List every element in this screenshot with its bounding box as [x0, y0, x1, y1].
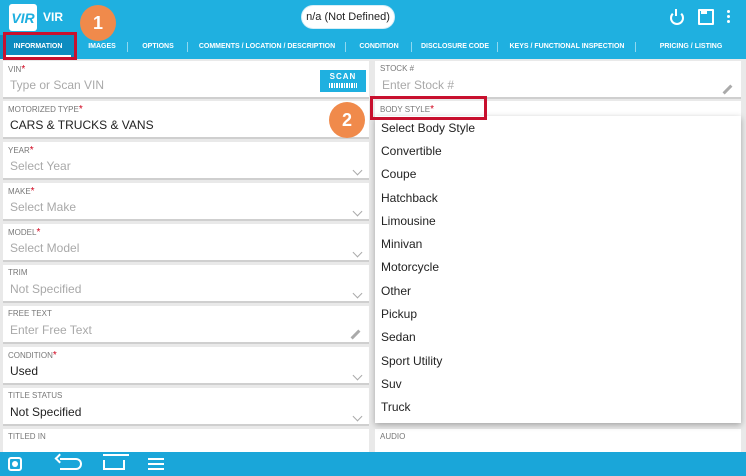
system-nav-bar [0, 452, 746, 476]
free-text-field[interactable]: FREE TEXT Enter Free Text [3, 306, 369, 344]
required-mark: * [30, 186, 35, 197]
stock-number-field[interactable]: STOCK # Enter Stock # [375, 61, 741, 99]
chevron-down-icon [352, 165, 363, 176]
app-switch-icon[interactable] [8, 457, 22, 471]
chevron-down-icon [352, 288, 363, 299]
pencil-icon [350, 329, 361, 340]
body-style-option[interactable]: Convertible [375, 139, 741, 162]
power-icon[interactable] [668, 8, 684, 25]
stock-label: STOCK # [380, 64, 415, 73]
free-text-input[interactable]: Enter Free Text [10, 323, 92, 337]
step-1-badge: 1 [80, 5, 116, 41]
vehicle-selector-pill[interactable]: n/a (Not Defined) [302, 6, 394, 28]
tab-keys-functional-inspection[interactable]: KEYS / FUNCTIONAL INSPECTION [498, 35, 636, 59]
barcode-icon [329, 83, 357, 88]
body-style-option[interactable]: Suv [375, 372, 741, 395]
tab-pricing-listing[interactable]: PRICING / LISTING [636, 35, 746, 59]
trim-label: TRIM [8, 268, 28, 277]
body-style-option[interactable]: Motorcycle [375, 256, 741, 279]
body-style-highlight [370, 96, 487, 120]
save-icon[interactable] [697, 8, 714, 25]
model-label: MODEL [8, 228, 37, 237]
scan-vin-button[interactable]: SCAN [320, 70, 366, 92]
year-select[interactable]: YEAR* Select Year [3, 142, 369, 180]
chevron-down-icon [352, 411, 363, 422]
stock-input[interactable]: Enter Stock # [382, 78, 454, 92]
required-mark: * [21, 64, 26, 75]
free-text-label: FREE TEXT [8, 309, 52, 318]
section-tabs: INFORMATION IMAGES OPTIONS COMMENTS / LO… [0, 35, 746, 59]
more-vert-icon[interactable] [720, 8, 736, 24]
motorized-type-field[interactable]: MOTORIZED TYPE* CARS & TRUCKS & VANS [3, 101, 369, 139]
body-style-option[interactable]: Coupe [375, 163, 741, 186]
body-style-option[interactable]: Hatchback [375, 186, 741, 209]
titled-in-select[interactable]: TITLED IN [3, 429, 369, 452]
make-placeholder: Select Make [10, 200, 77, 214]
make-label: MAKE [8, 187, 31, 196]
body-style-option[interactable]: Pickup [375, 302, 741, 325]
model-placeholder: Select Model [10, 241, 80, 255]
chevron-down-icon [352, 206, 363, 217]
motorized-type-label: MOTORIZED TYPE [8, 105, 79, 114]
tab-options[interactable]: OPTIONS [128, 35, 188, 59]
app-title: VIR [43, 10, 64, 24]
trim-select[interactable]: TRIM Not Specified [3, 265, 369, 303]
step-2-badge: 2 [329, 102, 365, 138]
body-style-dropdown: Select Body Style Convertible Coupe Hatc… [375, 116, 741, 423]
make-select[interactable]: MAKE* Select Make [3, 183, 369, 221]
motorized-type-value: CARS & TRUCKS & VANS [10, 118, 154, 132]
model-select[interactable]: MODEL* Select Model [3, 224, 369, 262]
chevron-down-icon [352, 247, 363, 258]
required-mark: * [78, 104, 83, 115]
body-style-option[interactable]: Sport Utility [375, 349, 741, 372]
chevron-down-icon [352, 370, 363, 381]
back-icon[interactable] [60, 458, 82, 470]
recent-apps-icon[interactable] [148, 458, 164, 470]
body-style-option[interactable]: Minivan [375, 232, 741, 255]
pencil-icon [722, 84, 733, 95]
information-tab-highlight [3, 32, 77, 60]
audio-label: AUDIO [380, 432, 406, 441]
vin-label: VIN [8, 65, 22, 74]
condition-value: Used [10, 364, 39, 378]
tab-comments[interactable]: COMMENTS / LOCATION / DESCRIPTION [188, 35, 346, 59]
trim-placeholder: Not Specified [10, 282, 82, 296]
required-mark: * [36, 227, 41, 238]
title-status-label: TITLE STATUS [8, 391, 63, 400]
vin-input[interactable]: Type or Scan VIN [10, 78, 104, 92]
body-style-option[interactable]: Truck [375, 396, 741, 419]
tab-disclosure-code[interactable]: DISCLOSURE CODE [412, 35, 498, 59]
year-placeholder: Select Year [10, 159, 71, 173]
titled-in-label: TITLED IN [8, 432, 46, 441]
condition-label: CONDITION [8, 351, 53, 360]
title-status-select[interactable]: TITLE STATUS Not Specified [3, 388, 369, 426]
home-icon[interactable] [103, 460, 125, 470]
required-mark: * [29, 145, 34, 156]
vin-field[interactable]: VIN* Type or Scan VIN SCAN [3, 61, 369, 99]
year-label: YEAR [8, 146, 30, 155]
vir-logo: VIR [9, 4, 37, 31]
title-status-value: Not Specified [10, 405, 82, 419]
audio-select[interactable]: AUDIO [375, 429, 741, 452]
required-mark: * [52, 350, 57, 361]
condition-select[interactable]: CONDITION* Used [3, 347, 369, 385]
tab-condition[interactable]: CONDITION [346, 35, 412, 59]
body-style-option[interactable]: Limousine [375, 209, 741, 232]
body-style-option[interactable]: Sedan [375, 326, 741, 349]
body-style-option[interactable]: Other [375, 279, 741, 302]
